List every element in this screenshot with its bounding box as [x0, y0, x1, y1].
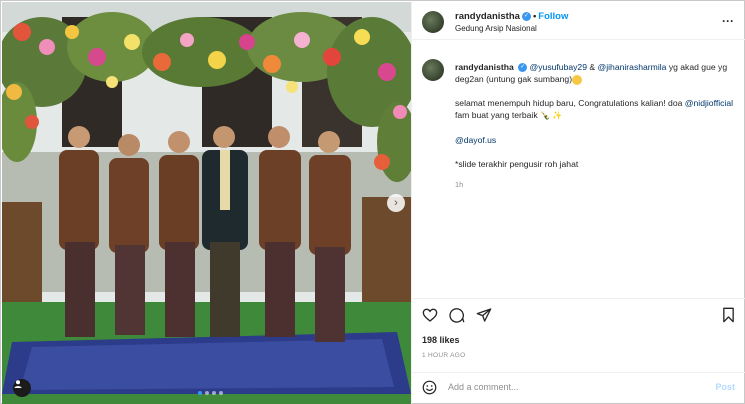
mention-link[interactable]: @nidjiofficial	[685, 98, 733, 108]
caption-avatar[interactable]	[422, 59, 444, 81]
caption-text-fragment: selamat menempuh hidup baru, Congratulat…	[455, 98, 683, 108]
post-photo[interactable]: ›	[2, 2, 411, 404]
verified-badge-icon: ✓	[518, 63, 528, 73]
wedding-group-photo	[2, 2, 411, 404]
sparkles-emoji-icon: ✨	[552, 111, 563, 120]
carousel-dot	[198, 391, 202, 395]
more-horizontal-icon[interactable]: ···	[722, 14, 734, 28]
comment-input[interactable]	[448, 382, 678, 392]
post-details-panel: randydanistha ✓ • Follow Gedung Arsip Nasio…	[411, 2, 745, 404]
bookmark-icon	[723, 307, 734, 323]
caption-text-fragment: *slide terakhir pengusir roh jahat	[455, 159, 579, 169]
carousel-dot	[219, 391, 223, 395]
post-actions: 198 likes 1 HOUR AGO Post	[412, 298, 745, 402]
action-icons	[422, 307, 492, 323]
caption-paragraph: @dayof.us	[455, 134, 737, 146]
instagram-post-modal: › randydanistha ✓ • Follow Gedung Arsip Nas…	[0, 0, 745, 404]
caption-text-fragment: &	[589, 62, 596, 72]
follow-button[interactable]: Follow	[538, 11, 568, 22]
caption-paragraph: *slide terakhir pengusir roh jahat	[455, 158, 737, 170]
mention-link[interactable]: @dayof.us	[455, 135, 496, 145]
chevron-right-icon: ›	[394, 196, 398, 209]
next-slide-button[interactable]: ›	[387, 194, 405, 212]
likes-count[interactable]: 198 likes	[422, 335, 460, 345]
emoji-picker-icon[interactable]	[422, 380, 437, 395]
caption-timestamp[interactable]: 1h	[455, 180, 463, 189]
caption-text: randydanistha ✓ @yusufubay29 & @jihanira…	[455, 61, 737, 182]
bottle-emoji-icon: 🍾	[540, 111, 551, 120]
save-button[interactable]	[721, 307, 736, 323]
grimacing-face-emoji-icon	[572, 74, 583, 85]
share-icon[interactable]	[476, 307, 492, 323]
caption-text-fragment: fam buat yang terbaik	[455, 110, 538, 120]
separator-dot: •	[532, 11, 537, 22]
tagged-users-button[interactable]	[13, 379, 31, 397]
caption-paragraph: randydanistha ✓ @yusufubay29 & @jihanira…	[455, 61, 737, 85]
user-icon	[14, 380, 22, 388]
author-username[interactable]: randydanistha	[455, 11, 520, 22]
post-location[interactable]: Gedung Arsip Nasional	[455, 24, 537, 33]
carousel-dot	[212, 391, 216, 395]
caption-paragraph: selamat menempuh hidup baru, Congratulat…	[455, 97, 737, 122]
comment-icon[interactable]	[449, 307, 465, 323]
comment-form: Post	[412, 372, 745, 402]
post-header: randydanistha ✓ • Follow Gedung Arsip Nasio…	[412, 2, 745, 40]
author-avatar[interactable]	[422, 11, 444, 33]
verified-badge-icon: ✓	[521, 11, 531, 21]
post-time-ago[interactable]: 1 HOUR AGO	[422, 352, 465, 359]
caption-username[interactable]: randydanistha	[455, 62, 514, 72]
heart-icon[interactable]	[422, 307, 438, 323]
author-line: randydanistha ✓ • Follow	[455, 11, 568, 22]
mention-link[interactable]: @jihanirasharmila	[598, 62, 667, 72]
carousel-indicator	[198, 391, 223, 395]
post-comment-button[interactable]: Post	[715, 382, 735, 392]
mention-link[interactable]: @yusufubay29	[530, 62, 587, 72]
carousel-dot	[205, 391, 209, 395]
